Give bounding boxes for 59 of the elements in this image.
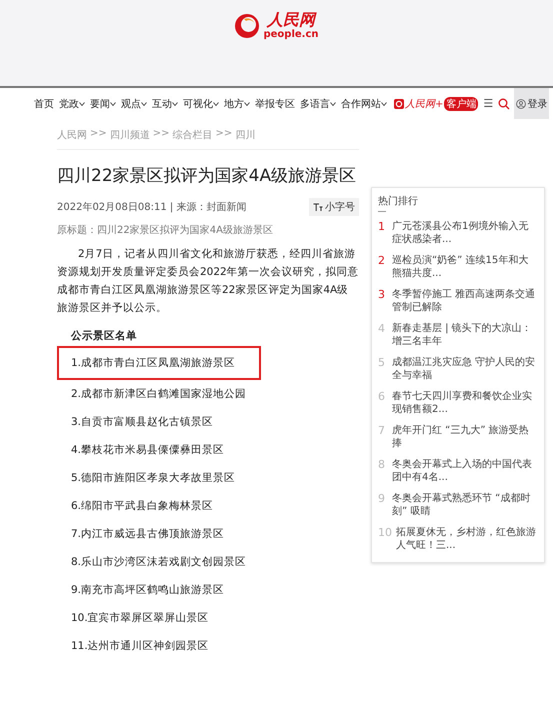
breadcrumb-separator: >> xyxy=(90,128,107,141)
ranking-item[interactable]: 7 虎年开门红 “三九大” 旅游受热捧 xyxy=(378,420,538,454)
nav-link[interactable]: 可视化 xyxy=(183,96,219,110)
ranking-item[interactable]: 2 巡检员演“奶爸” 连续15年和大熊猫共度... xyxy=(378,250,538,284)
scenic-area-item: 7.内江市威远县古佛顶旅游景区 xyxy=(71,527,226,542)
nav-link[interactable]: 党政 xyxy=(59,96,85,110)
app-logo-icon xyxy=(394,98,404,108)
panel-title: 热门排行 xyxy=(378,194,419,208)
nav-link[interactable]: 合作网站 xyxy=(341,96,387,110)
scenic-area-item: 1.成都市青白江区凤凰湖旅游景区 xyxy=(57,346,262,380)
caret-icon xyxy=(330,102,336,106)
logo-domain: people.cn xyxy=(263,30,319,40)
caret-icon xyxy=(172,102,178,106)
article-paragraph: 2月7日，记者从四川省文化和旅游厅获悉，经四川省旅游资源规划开发质量评定委员会2022年第一次会议研究，拟同意成都市青白江区凤凰湖旅游景区等22家景区评定为国家4A级旅游景区并予以公示。 xyxy=(57,247,359,316)
scenic-area-item: 10.宜宾市翠屏区翠屏山景区 xyxy=(71,611,210,626)
nav-link[interactable]: 举报专区 xyxy=(255,96,295,110)
app-link[interactable]: 人民网+ 客户端 xyxy=(394,96,478,110)
caret-icon xyxy=(141,102,147,106)
font-size-button[interactable]: 小字号 xyxy=(309,198,359,216)
scenic-area-item: 11.达州市通川区神剑园景区 xyxy=(71,639,210,654)
font-size-icon xyxy=(313,202,323,212)
scenic-area-item: 4.攀枝花市米易县傈僳彝田景区 xyxy=(71,443,226,458)
list-heading: 公示景区名单 xyxy=(71,329,138,343)
ranking-item[interactable]: 4 新春走基层 | 镜头下的大凉山：增三名丰年 xyxy=(378,318,538,352)
scenic-area-item: 8.乐山市沙湾区沫若戏剧文创园景区 xyxy=(71,555,248,570)
ranking-item[interactable]: 9 冬奥会开幕式熟悉环节 “成都时刻” 吸睛 xyxy=(378,488,538,522)
caret-icon xyxy=(244,102,250,106)
scenic-area-item: 2.成都市新津区白鹤滩国家湿地公园 xyxy=(71,387,248,402)
caret-icon xyxy=(79,102,85,106)
logo-text: 人民网 xyxy=(267,12,315,28)
user-icon xyxy=(516,98,526,108)
article-meta: 2022年02月08日08:11 | 来源：封面新闻 xyxy=(57,200,246,214)
nav-link[interactable]: 互动 xyxy=(152,96,178,110)
logo-icon xyxy=(234,13,260,39)
search-icon[interactable] xyxy=(498,98,510,110)
nav-link[interactable]: 要闻 xyxy=(90,96,116,110)
scenic-area-item: 9.南充市高坪区鹤鸣山旅游景区 xyxy=(71,583,226,598)
caret-icon xyxy=(213,102,219,106)
scenic-area-item: 3.自贡市富顺县赵化古镇景区 xyxy=(71,415,214,430)
article-title: 四川22家景区拟评为国家4A级旅游景区 xyxy=(57,165,356,188)
ranking-item[interactable]: 1 广元苍溪县公布1例境外输入无症状感染者... xyxy=(378,216,538,250)
ranking-item[interactable]: 10 拓展夏休无，乡村游，红色旅游人气旺！三... xyxy=(378,522,538,556)
ranking-item[interactable]: 5 成都温江兆灾应急 守护人民的安全与幸福 xyxy=(378,352,538,386)
scenic-area-item: 5.德阳市旌阳区孝泉大孝故里景区 xyxy=(71,471,236,486)
caret-icon xyxy=(381,102,387,106)
ranking-item[interactable]: 8 冬奥会开幕式上入场的中国代表团中有4名... xyxy=(378,454,538,488)
nav-link[interactable]: 地方 xyxy=(224,96,250,110)
breadcrumb-separator: >> xyxy=(216,128,232,141)
menu-icon[interactable]: ☰ xyxy=(483,97,494,110)
ranking-item[interactable]: 3 冬季暂停施工 雅西高速两条交通管制已解除 xyxy=(378,284,538,318)
nav-link[interactable]: 多语言 xyxy=(300,96,336,110)
ranking-item[interactable]: 6 春节七天四川享费和餐饮企业实现销售额2... xyxy=(378,386,538,420)
nav-link[interactable]: 观点 xyxy=(121,96,147,110)
nav-link[interactable]: 首页 xyxy=(34,96,54,110)
login-button[interactable]: 登录 xyxy=(514,88,550,119)
breadcrumb-separator: >> xyxy=(152,128,170,141)
caret-icon xyxy=(110,102,116,106)
scenic-area-item: 6.绵阳市平武县白象梅林景区 xyxy=(71,499,214,514)
original-title: 原标题：四川22家景区拟评为国家4A级旅游景区 xyxy=(57,224,274,237)
